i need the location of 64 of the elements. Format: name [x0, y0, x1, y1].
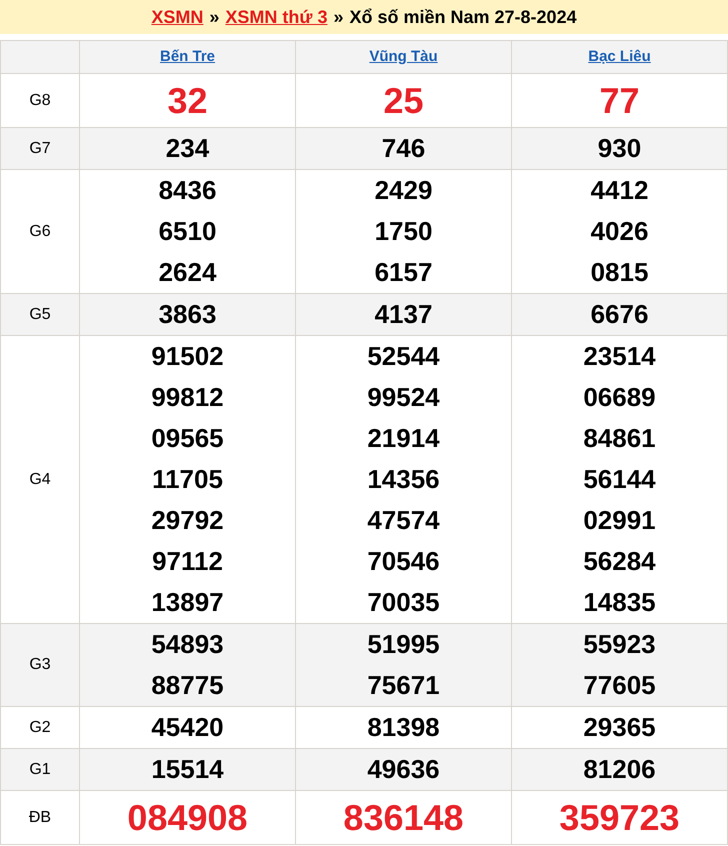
- prize-number: 6510: [158, 215, 218, 248]
- prize-number: 81398: [366, 711, 441, 744]
- prize-number: 11705: [151, 463, 224, 496]
- prize-number: 56284: [582, 545, 657, 578]
- prize-number: 4412: [590, 174, 650, 207]
- province-link[interactable]: Vũng Tàu: [369, 48, 438, 65]
- prize-number: 77605: [582, 669, 657, 702]
- prize-number: 6157: [374, 256, 434, 289]
- prize-number: 02991: [582, 504, 657, 537]
- breadcrumb-link[interactable]: XSMN: [151, 4, 204, 30]
- prize-number: 930: [596, 132, 642, 165]
- prize-number: 99524: [366, 381, 441, 414]
- breadcrumb-separator: »: [333, 6, 344, 28]
- province-link[interactable]: Bạc Liêu: [588, 48, 651, 65]
- prize-number: 47574: [366, 504, 441, 537]
- prize-number: 77: [598, 79, 641, 123]
- breadcrumb-link[interactable]: XSMN thứ 3: [225, 4, 328, 30]
- prize-number: 06689: [582, 381, 657, 414]
- prize-number: 25: [382, 79, 425, 123]
- prize-number: 54893: [150, 628, 225, 661]
- prize-number: 32: [166, 79, 209, 123]
- prize-number: 4137: [374, 298, 434, 331]
- prize-number: 084908: [126, 796, 249, 840]
- prize-label: G4: [0, 336, 80, 624]
- prize-number: 15514: [150, 753, 225, 786]
- prize-number: 55923: [582, 628, 657, 661]
- breadcrumb-separator: »: [209, 6, 220, 28]
- prize-number: 746: [380, 132, 426, 165]
- prize-number: 99812: [150, 381, 225, 414]
- prize-number: 70035: [366, 586, 441, 619]
- page-title: Xổ số miền Nam 27-8-2024: [349, 6, 577, 28]
- prize-number: 70546: [366, 545, 441, 578]
- prize-number: 49636: [366, 753, 441, 786]
- prize-number: 84861: [582, 422, 657, 455]
- prize-number: 91502: [150, 340, 225, 373]
- prize-number: 45420: [150, 711, 225, 744]
- prize-number: 3863: [158, 298, 218, 331]
- prize-number: 23514: [582, 340, 657, 373]
- prize-number: 97112: [151, 545, 224, 578]
- prize-number: 09565: [150, 422, 225, 455]
- prize-number: 836148: [342, 796, 465, 840]
- prize-number: 234: [164, 132, 210, 165]
- prize-number: 13897: [150, 586, 225, 619]
- prize-number: 51995: [366, 628, 441, 661]
- prize-number: 52544: [366, 340, 441, 373]
- prize-number: 6676: [590, 298, 650, 331]
- prize-number: 4026: [590, 215, 650, 248]
- prize-number: 56144: [582, 463, 657, 496]
- prize-number: 29365: [582, 711, 657, 744]
- prize-number: 359723: [558, 796, 681, 840]
- prize-number: 2429: [374, 174, 434, 207]
- prize-number: 75671: [366, 669, 441, 702]
- prize-number: 29792: [150, 504, 225, 537]
- prize-number: 8436: [158, 174, 218, 207]
- prize-number: 88775: [150, 669, 225, 702]
- prize-number: 81206: [582, 753, 657, 786]
- prize-label: ĐB: [0, 790, 80, 844]
- prize-number: 1750: [374, 215, 434, 248]
- prize-number: 21914: [366, 422, 441, 455]
- prize-number: 0815: [590, 256, 650, 289]
- prize-number: 2624: [158, 256, 218, 289]
- prize-number: 14835: [582, 586, 657, 619]
- prize-number: 14356: [366, 463, 441, 496]
- province-link[interactable]: Bến Tre: [160, 48, 216, 65]
